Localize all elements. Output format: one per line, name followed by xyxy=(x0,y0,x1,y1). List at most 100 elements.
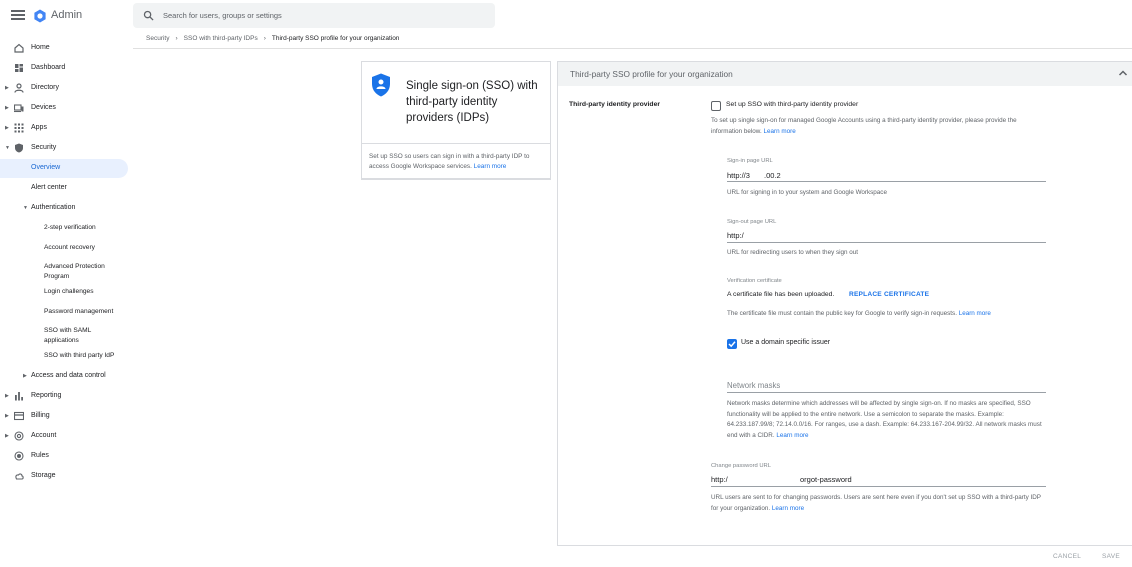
search-input[interactable]: Search for users, groups or settings xyxy=(163,11,282,20)
card-title: Single sign-on (SSO) with third-party id… xyxy=(406,80,538,124)
network-masks-learn-more-link[interactable]: Learn more xyxy=(776,432,808,439)
panel-title: Third-party SSO profile for your organiz… xyxy=(570,69,733,79)
change-password-input-suffix[interactable]: orgot-password xyxy=(800,475,852,484)
card-description: Set up SSO so users can sign in with a t… xyxy=(369,152,547,172)
breadcrumb-security[interactable]: Security xyxy=(146,35,169,42)
sidebar-item-billing[interactable]: Billing xyxy=(31,412,50,419)
sidebar-item-advanced-protection[interactable]: Advanced Protection Program xyxy=(44,262,124,281)
signin-url-input[interactable]: http://3 xyxy=(727,171,750,180)
credit-card-icon xyxy=(14,411,24,421)
sidebar-item-dashboard[interactable]: Dashboard xyxy=(31,64,65,71)
sidebar-item-security[interactable]: Security xyxy=(31,144,56,151)
breadcrumb-current: Third-party SSO profile for your organiz… xyxy=(271,35,400,42)
domain-issuer-checkbox[interactable] xyxy=(727,339,737,349)
sidebar-item-access-data-control[interactable]: Access and data control xyxy=(31,372,106,379)
card-learn-more-link[interactable]: Learn more xyxy=(474,163,507,170)
devices-icon xyxy=(14,104,24,113)
dashboard-icon xyxy=(15,64,23,72)
setup-sso-help-text: To set up single sign-on for managed Goo… xyxy=(711,117,1017,135)
rules-icon xyxy=(14,451,24,461)
sidebar-active-highlight xyxy=(0,159,128,178)
setup-sso-help: To set up single sign-on for managed Goo… xyxy=(711,116,1036,137)
expand-arrow-icon[interactable]: ▶ xyxy=(5,85,9,91)
at-sign-icon xyxy=(14,431,24,441)
section-label: Third-party identity provider xyxy=(569,101,661,108)
replace-certificate-button[interactable]: REPLACE CERTIFICATE xyxy=(849,291,929,298)
sidebar-item-home[interactable]: Home xyxy=(31,44,50,51)
certificate-help: The certificate file must contain the pu… xyxy=(727,309,991,320)
expand-arrow-icon[interactable]: ▶ xyxy=(5,125,9,131)
collapse-arrow-icon[interactable]: ▼ xyxy=(23,205,28,211)
chevron-right-icon: › xyxy=(175,35,178,42)
sidebar-item-rules[interactable]: Rules xyxy=(31,452,49,459)
sidebar-item-password-management[interactable]: Password management xyxy=(44,308,113,315)
sidebar-item-overview[interactable]: Overview xyxy=(31,164,60,171)
domain-issuer-label[interactable]: Use a domain specific issuer xyxy=(741,339,830,346)
sidebar-item-directory[interactable]: Directory xyxy=(31,84,59,91)
chevron-up-icon[interactable] xyxy=(1118,69,1128,77)
app-name[interactable]: Admin xyxy=(51,9,82,21)
signin-url-input-suffix[interactable]: .00.2 xyxy=(764,171,781,180)
admin-logo-icon[interactable] xyxy=(33,9,47,23)
signin-url-help: URL for signing in to your system and Go… xyxy=(727,189,887,196)
person-icon xyxy=(14,83,24,93)
header-divider xyxy=(133,48,1132,49)
certificate-status: A certificate file has been uploaded. xyxy=(727,291,835,298)
network-masks-input[interactable]: Network masks xyxy=(727,381,780,390)
sidebar-item-account-recovery[interactable]: Account recovery xyxy=(44,244,95,251)
certificate-learn-more-link[interactable]: Learn more xyxy=(959,310,991,317)
sidebar-item-sso-third-party[interactable]: SSO with third party IdP xyxy=(44,352,114,359)
setup-sso-checkbox[interactable] xyxy=(711,101,721,111)
home-icon xyxy=(14,43,24,53)
check-icon xyxy=(728,341,736,348)
sidebar-item-authentication[interactable]: Authentication xyxy=(31,204,75,211)
signout-url-underline xyxy=(727,242,1046,243)
change-password-label: Change password URL xyxy=(711,463,771,469)
change-password-help: URL users are sent to for changing passw… xyxy=(711,493,1049,514)
collapse-arrow-icon[interactable]: ▼ xyxy=(5,145,10,151)
expand-arrow-icon[interactable]: ▶ xyxy=(5,393,9,399)
cloud-icon xyxy=(15,473,24,480)
expand-arrow-icon[interactable]: ▶ xyxy=(5,413,9,419)
setup-sso-label[interactable]: Set up SSO with third-party identity pro… xyxy=(726,101,858,108)
sidebar-item-account[interactable]: Account xyxy=(31,432,56,439)
sidebar-item-login-challenges[interactable]: Login challenges xyxy=(44,288,94,295)
save-button[interactable]: SAVE xyxy=(1102,553,1120,560)
signin-url-underline xyxy=(727,181,1046,182)
sidebar-item-2-step-verification[interactable]: 2-step verification xyxy=(44,224,96,231)
breadcrumb-sso-third-party[interactable]: SSO with third-party IDPs xyxy=(184,35,258,42)
sidebar-item-devices[interactable]: Devices xyxy=(31,104,56,111)
signout-url-help: URL for redirecting users to when they s… xyxy=(727,249,859,256)
apps-grid-icon xyxy=(14,123,24,133)
search-icon xyxy=(143,10,154,21)
footer-divider xyxy=(557,545,1132,546)
network-masks-help-text: Network masks determine which addresses … xyxy=(727,400,1042,439)
change-password-learn-more-link[interactable]: Learn more xyxy=(772,505,804,512)
setup-learn-more-link[interactable]: Learn more xyxy=(764,128,796,135)
signin-url-label: Sign-in page URL xyxy=(727,158,773,164)
sidebar-item-apps[interactable]: Apps xyxy=(31,124,47,131)
sidebar-item-storage[interactable]: Storage xyxy=(31,472,56,479)
network-masks-underline xyxy=(727,392,1046,393)
security-shield-icon xyxy=(372,73,390,97)
chevron-right-icon: › xyxy=(263,35,266,42)
expand-arrow-icon[interactable]: ▶ xyxy=(23,373,27,379)
network-masks-help: Network masks determine which addresses … xyxy=(727,399,1042,441)
sidebar-item-alert-center[interactable]: Alert center xyxy=(31,184,67,191)
signout-url-input[interactable]: http:/ xyxy=(727,231,744,240)
cancel-button[interactable]: CANCEL xyxy=(1053,553,1081,560)
signout-url-label: Sign-out page URL xyxy=(727,219,777,225)
shield-icon xyxy=(15,143,23,153)
main-menu-button[interactable] xyxy=(10,8,26,24)
certificate-label: Verification certificate xyxy=(727,278,782,284)
card-divider xyxy=(361,143,551,144)
breadcrumb: Security › SSO with third-party IDPs › T… xyxy=(146,35,399,42)
bar-chart-icon xyxy=(15,392,23,401)
expand-arrow-icon[interactable]: ▶ xyxy=(5,433,9,439)
expand-arrow-icon[interactable]: ▶ xyxy=(5,105,9,111)
change-password-help-text: URL users are sent to for changing passw… xyxy=(711,494,1041,512)
change-password-underline xyxy=(711,486,1046,487)
change-password-input[interactable]: http:/ xyxy=(711,475,728,484)
sidebar-item-reporting[interactable]: Reporting xyxy=(31,392,61,399)
sidebar-item-sso-saml[interactable]: SSO with SAML applications xyxy=(44,326,114,345)
